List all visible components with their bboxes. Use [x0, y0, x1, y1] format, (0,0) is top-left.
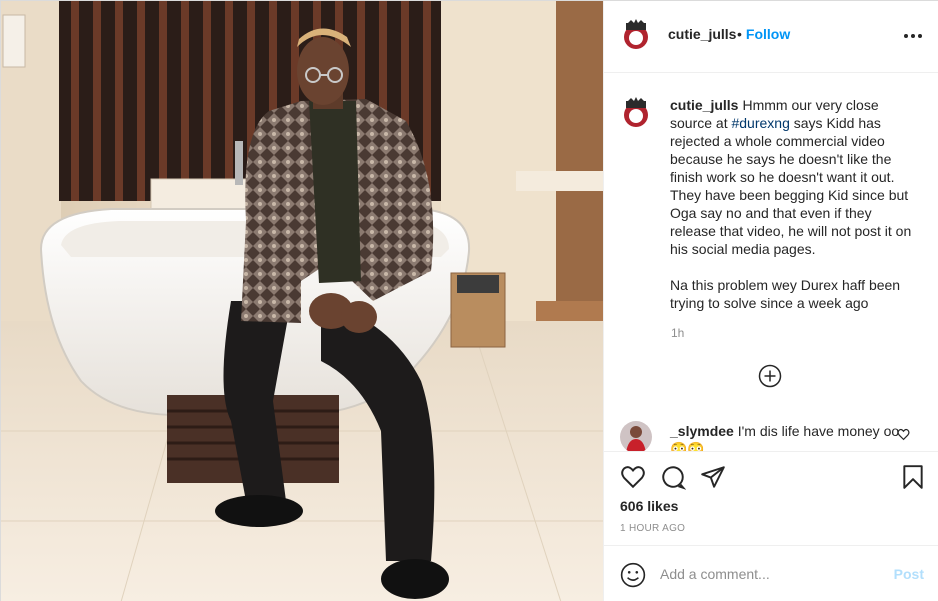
follow-separator: • [737, 26, 742, 42]
comment-text: _slymdee I'm dis life have money oo😳😳 [670, 422, 900, 453]
post-comment-button[interactable]: Post [894, 566, 924, 582]
caption-username[interactable]: cutie_julls [670, 97, 738, 113]
follow-label: Follow [745, 26, 791, 42]
caption-text-rest: says Kidd has rejected a whole commercia… [670, 115, 912, 257]
bookmark-icon[interactable] [900, 464, 926, 490]
hashtag-link[interactable]: #durexng [731, 115, 789, 131]
post-photo[interactable] [1, 1, 603, 601]
comment-icon[interactable] [660, 464, 687, 490]
share-icon[interactable] [700, 464, 726, 490]
post-header: cutie_julls • Follow [604, 1, 938, 73]
author-username[interactable]: cutie_julls [668, 26, 736, 42]
instagram-post-modal: cutie_julls • Follow cutie_julls Hmmm ou… [0, 0, 938, 601]
avatar[interactable] [620, 19, 652, 51]
comment-item: _slymdee I'm dis life have money oo😳😳 [604, 418, 938, 453]
load-more-comments-icon[interactable] [758, 364, 782, 388]
follow-button[interactable]: • Follow [737, 26, 790, 42]
heart-icon[interactable] [620, 464, 646, 490]
comment-like-heart-icon[interactable] [897, 428, 910, 441]
more-options-icon[interactable] [902, 25, 924, 47]
emoji-icon[interactable] [620, 562, 646, 588]
comment-input[interactable] [660, 564, 880, 584]
caption-avatar[interactable] [620, 97, 652, 129]
post-timestamp[interactable]: 1 HOUR AGO [620, 523, 685, 534]
likes-count[interactable]: 606 likes [620, 498, 678, 514]
commenter-avatar[interactable] [620, 421, 652, 453]
add-comment-bar: Post [604, 545, 938, 601]
comments-scroll-area[interactable]: cutie_julls Hmmm our very close source at… [604, 73, 938, 453]
post-side-panel: cutie_julls • Follow cutie_julls Hmmm ou… [603, 1, 938, 601]
caption-age: 1h [671, 326, 685, 340]
commenter-username[interactable]: _slymdee [670, 423, 734, 439]
caption-paragraph-2: Na this problem wey Durex haff been tryi… [670, 277, 901, 311]
post-caption: cutie_julls Hmmm our very close source at… [670, 96, 914, 330]
